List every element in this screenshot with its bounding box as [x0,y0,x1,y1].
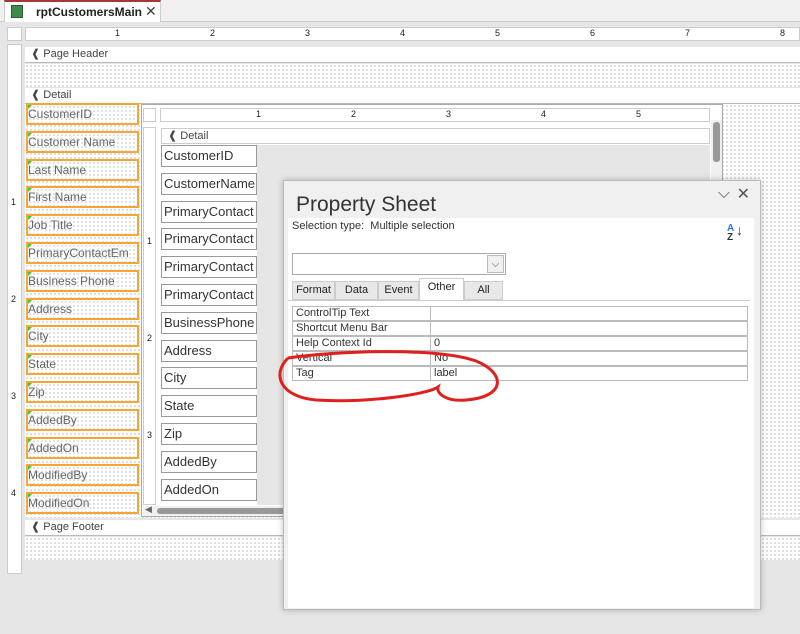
tab-format[interactable]: Format [292,281,335,300]
ruler-mark: 1 [147,236,153,246]
close-tab-icon[interactable]: ✕ [145,3,157,20]
report-label[interactable]: PrimaryContactEm [26,242,139,264]
ruler-mark: 8 [780,28,786,38]
close-pane-icon[interactable]: ✕ [737,184,750,204]
ruler-mark: 5 [495,28,501,38]
subreport-label[interactable]: PrimaryContact [161,256,257,279]
ruler-mark: 4 [541,109,547,119]
ruler-mark: 2 [11,294,17,304]
ruler-mark: 3 [446,109,452,119]
document-tab-title: rptCustomersMain [36,5,143,19]
document-tab-bar: rptCustomersMain ✕ [0,0,800,22]
ruler-mark: 3 [305,28,311,38]
subreport-detail-label: Detail [180,130,209,142]
ruler-corner[interactable] [7,27,22,41]
property-name: ControlTip Text [296,307,431,320]
report-label[interactable]: Last Name [26,158,139,181]
tab-other[interactable]: Other [419,278,464,300]
report-label[interactable]: Address [26,297,139,320]
horizontal-ruler[interactable]: 1 2 3 4 5 6 7 8 [25,27,800,41]
report-label[interactable]: Business Phone [26,269,139,292]
ruler-mark: 2 [147,333,153,343]
page-header-section[interactable] [25,64,800,87]
selection-type-value: Multiple selection [370,220,455,232]
subreport-label[interactable]: City [161,367,257,390]
property-sheet-title: Property Sheet [296,193,437,216]
report-label[interactable]: AddedBy [26,408,139,431]
ruler-mark: 3 [11,391,17,401]
property-row[interactable]: ControlTip Text [292,306,748,321]
report-label[interactable]: First Name [26,186,139,209]
ruler-mark: 4 [11,488,17,498]
page-header-band[interactable]: ❰ Page Header [25,47,800,63]
tab-all[interactable]: All [464,281,503,300]
vertical-scroll-thumb[interactable] [713,122,720,162]
report-label[interactable]: ModifiedOn [26,492,139,515]
page-header-label: Page Header [43,48,109,60]
ruler-mark: 4 [400,28,406,38]
subreport-label[interactable]: BusinessPhone [161,311,257,334]
subreport-label[interactable]: PrimaryContact [161,284,257,306]
subreport-label[interactable]: PrimaryContact [161,200,257,223]
subreport-label[interactable]: PrimaryContact [161,228,257,251]
ruler-mark: 1 [11,197,17,207]
subreport-label[interactable]: CustomerID [161,145,257,167]
property-name: Shortcut Menu Bar [296,322,431,335]
ruler-mark: 6 [590,28,596,38]
property-row[interactable]: Shortcut Menu Bar [292,321,748,336]
report-label[interactable]: Job Title [26,214,139,237]
report-label[interactable]: Customer Name [26,130,139,153]
ruler-mark: 7 [685,28,691,38]
red-annotation-circle [278,350,499,403]
report-label[interactable]: ModifiedBy [26,464,139,487]
selection-dropdown[interactable]: ⌵ [292,253,506,275]
subreport-vertical-ruler: 1 2 3 [143,127,156,505]
report-label[interactable]: Zip [26,381,139,403]
report-label[interactable]: AddedOn [26,436,139,459]
ruler-mark: 2 [210,28,216,38]
subreport-label[interactable]: Address [161,339,257,362]
collapse-chevron-icon[interactable]: ⌵ [718,185,730,203]
document-tab[interactable]: rptCustomersMain ✕ [4,0,161,22]
subreport-label[interactable]: AddedBy [161,450,257,473]
ruler-mark: 5 [636,109,642,119]
tab-event[interactable]: Event [378,281,419,300]
sort-az-icon[interactable]: A Z ↓ [727,223,743,243]
subreport-label[interactable]: AddedOn [161,478,257,501]
subreport-horizontal-ruler: 1 2 3 4 5 [160,108,710,122]
dropdown-chevron-icon[interactable]: ⌵ [487,255,504,273]
property-sheet-body [288,218,754,608]
tab-data[interactable]: Data [335,281,378,300]
vertical-ruler[interactable]: 1 2 3 4 [7,44,22,574]
subreport-detail-band[interactable]: ❰ Detail [161,128,710,144]
report-label[interactable]: State [26,353,139,376]
page-footer-label: Page Footer [43,521,104,533]
selection-type-label: Selection type: [292,220,365,232]
subreport-label[interactable]: Zip [161,423,257,445]
scroll-left-icon[interactable]: ◀ [145,504,152,515]
report-label[interactable]: City [26,325,139,348]
detail-label: Detail [43,89,72,101]
subreport-ruler-corner [143,108,156,122]
ruler-mark: 2 [351,109,357,119]
ruler-mark: 1 [115,28,121,38]
ruler-mark: 1 [256,109,262,119]
report-icon [11,5,23,18]
subreport-label[interactable]: CustomerName [161,172,257,195]
report-label[interactable]: CustomerID [26,103,139,125]
detail-band[interactable]: ❰ Detail [25,88,800,104]
subreport-label[interactable]: State [161,395,257,418]
ruler-mark: 3 [147,430,153,440]
